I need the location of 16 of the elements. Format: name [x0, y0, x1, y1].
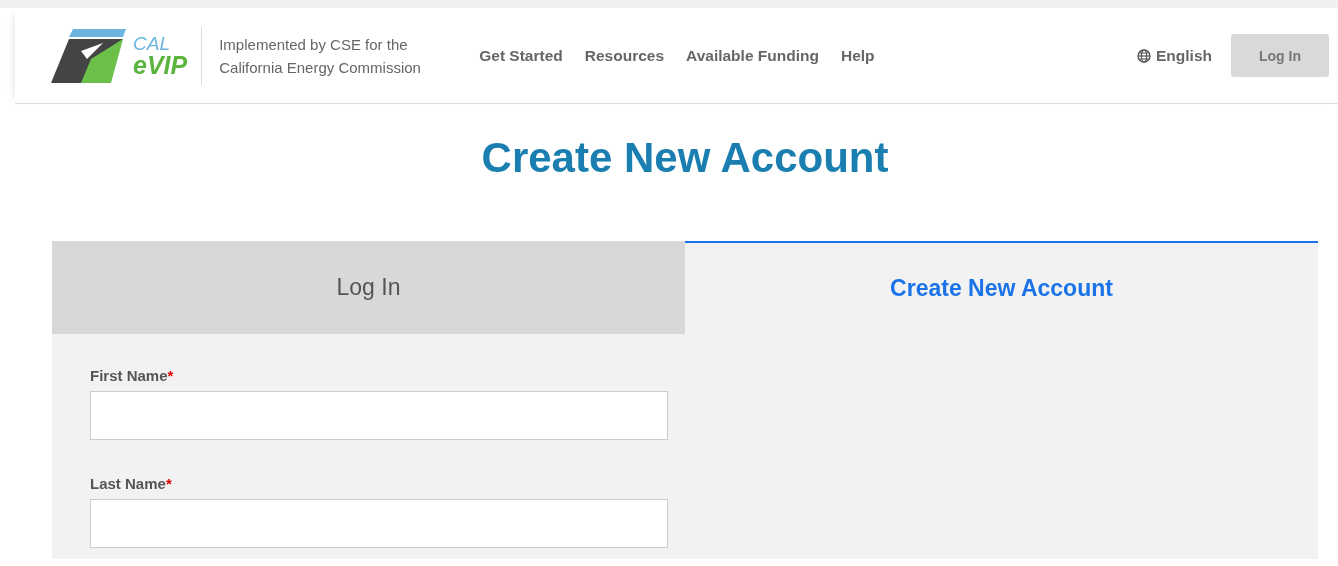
- nav-link[interactable]: Available Funding: [686, 46, 819, 65]
- field-label: First Name*: [90, 367, 175, 384]
- login-button[interactable]: Log In: [1231, 34, 1329, 77]
- nav-link[interactable]: Resources: [584, 46, 665, 65]
- logo-text: eVIP: [133, 52, 188, 78]
- input-field[interactable]: [90, 499, 668, 548]
- field-label: Last Name*: [90, 475, 173, 492]
- page-title: Create New Account: [480, 133, 890, 183]
- tab[interactable]: Log In: [52, 241, 685, 334]
- tagline: Implemented by CSE for the California Energy Commission: [219, 34, 422, 78]
- logo-text: CAL: [133, 33, 171, 53]
- input-field[interactable]: [90, 391, 668, 440]
- nav-link[interactable]: Help: [840, 46, 875, 65]
- globe-icon: [1137, 48, 1151, 63]
- language-link[interactable]: English: [1137, 46, 1212, 65]
- nav-link[interactable]: Get Started: [479, 46, 563, 65]
